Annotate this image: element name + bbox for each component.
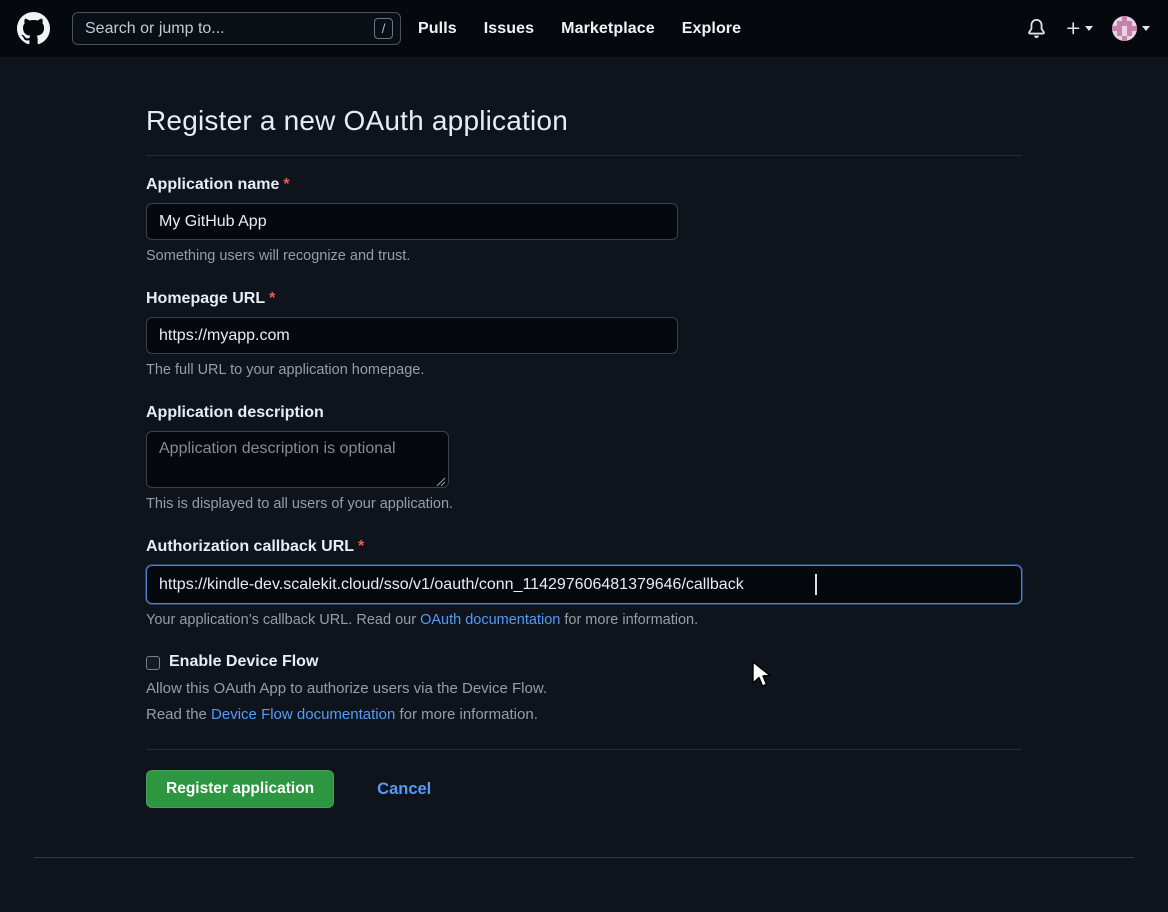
plus-icon — [1065, 20, 1082, 37]
homepage-url-label: Homepage URL — [146, 290, 265, 307]
application-name-label: Application name — [146, 176, 279, 193]
search-input[interactable] — [85, 20, 374, 38]
required-asterisk: * — [269, 290, 275, 307]
application-name-input[interactable] — [146, 203, 678, 240]
callback-url-label: Authorization callback URL — [146, 538, 354, 555]
oauth-register-form: Register a new OAuth application Applica… — [146, 57, 1022, 808]
application-description-textarea[interactable] — [146, 431, 449, 488]
form-actions: Register application Cancel — [146, 770, 1022, 808]
homepage-url-input[interactable] — [146, 317, 678, 354]
caret-down-icon — [1085, 26, 1093, 31]
enable-device-flow-label[interactable]: Enable Device Flow — [169, 653, 318, 671]
slash-key-badge: / — [374, 18, 393, 39]
device-flow-note-2: Read the Device Flow documentation for m… — [146, 706, 1022, 723]
nav-item-explore[interactable]: Explore — [682, 20, 741, 38]
register-application-button[interactable]: Register application — [146, 770, 334, 808]
caret-down-icon — [1142, 26, 1150, 31]
required-asterisk: * — [358, 538, 364, 555]
oauth-documentation-link[interactable]: OAuth documentation — [420, 612, 560, 628]
header-nav: Pulls Issues Marketplace Explore — [418, 20, 741, 38]
device-flow-documentation-link[interactable]: Device Flow documentation — [211, 706, 395, 723]
nav-item-issues[interactable]: Issues — [484, 20, 534, 38]
global-search[interactable]: / — [72, 12, 401, 45]
notifications-bell-icon[interactable] — [1027, 19, 1046, 38]
callback-url-caption: Your application’s callback URL. Read ou… — [146, 612, 1022, 628]
cancel-link[interactable]: Cancel — [377, 780, 431, 799]
enable-device-flow-checkbox[interactable] — [146, 656, 160, 670]
title-divider — [146, 155, 1022, 156]
field-application-description: Application description This is displaye… — [146, 404, 1022, 512]
application-description-label: Application description — [146, 404, 324, 421]
footer-divider — [34, 857, 1134, 887]
application-description-caption: This is displayed to all users of your a… — [146, 496, 1022, 512]
global-header: / Pulls Issues Marketplace Explore — [0, 0, 1168, 57]
callback-url-input[interactable] — [146, 565, 1022, 604]
avatar — [1112, 16, 1137, 41]
device-flow-section: Enable Device Flow Allow this OAuth App … — [146, 653, 1022, 723]
device-flow-note-1: Allow this OAuth App to authorize users … — [146, 680, 1022, 697]
application-name-caption: Something users will recognize and trust… — [146, 248, 1022, 264]
nav-item-pulls[interactable]: Pulls — [418, 20, 457, 38]
header-actions — [1027, 16, 1152, 41]
page-title: Register a new OAuth application — [146, 105, 1022, 137]
field-callback-url: Authorization callback URL* Your applica… — [146, 538, 1022, 628]
field-homepage-url: Homepage URL* The full URL to your appli… — [146, 290, 1022, 378]
field-application-name: Application name* Something users will r… — [146, 176, 1022, 264]
actions-divider — [146, 749, 1022, 750]
user-menu-button[interactable] — [1112, 16, 1150, 41]
homepage-url-caption: The full URL to your application homepag… — [146, 362, 1022, 378]
github-logo-icon[interactable] — [16, 12, 50, 46]
required-asterisk: * — [283, 176, 289, 193]
nav-item-marketplace[interactable]: Marketplace — [561, 20, 655, 38]
create-new-button[interactable] — [1065, 20, 1093, 37]
text-caret — [815, 574, 817, 595]
